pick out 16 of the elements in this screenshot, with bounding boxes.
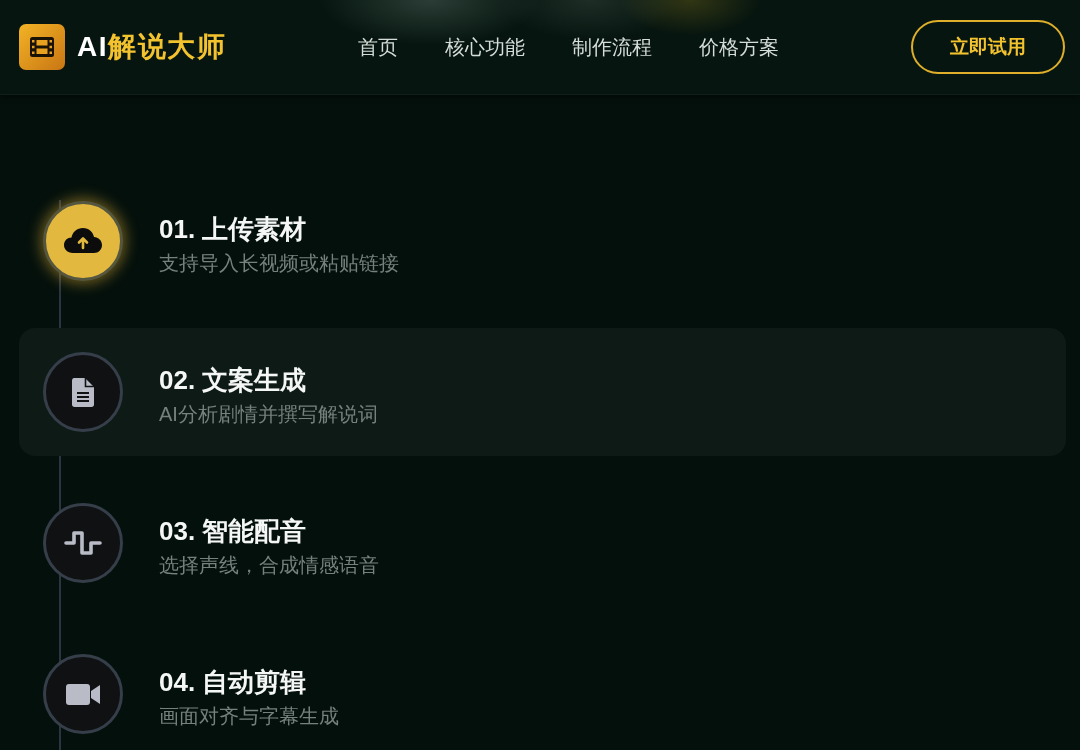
step-card[interactable]: 02. 文案生成 AI分析剧情并撰写解说词 — [19, 328, 1066, 456]
step-title: 03. 智能配音 — [159, 515, 308, 547]
step-title: 04. 自动剪辑 — [159, 666, 308, 698]
film-logo-icon — [19, 24, 65, 70]
step-description: 支持导入长视频或粘贴链接 — [159, 251, 399, 276]
nav-link[interactable]: 制作流程 — [572, 33, 652, 61]
nav-link[interactable]: 核心功能 — [445, 33, 525, 61]
logo-text: AI解说大师 — [77, 30, 226, 64]
step-title: 01. 上传素材 — [159, 213, 308, 245]
step-description: 选择声线，合成情感语音 — [159, 553, 379, 578]
nav-link[interactable]: 首页 — [358, 33, 398, 61]
step-description: 画面对齐与字幕生成 — [159, 704, 339, 729]
step-description: AI分析剧情并撰写解说词 — [159, 402, 378, 427]
try-now-button[interactable]: 立即试用 — [911, 20, 1065, 74]
step-title: 02. 文案生成 — [159, 364, 308, 396]
nav-link[interactable]: 价格方案 — [699, 33, 779, 61]
